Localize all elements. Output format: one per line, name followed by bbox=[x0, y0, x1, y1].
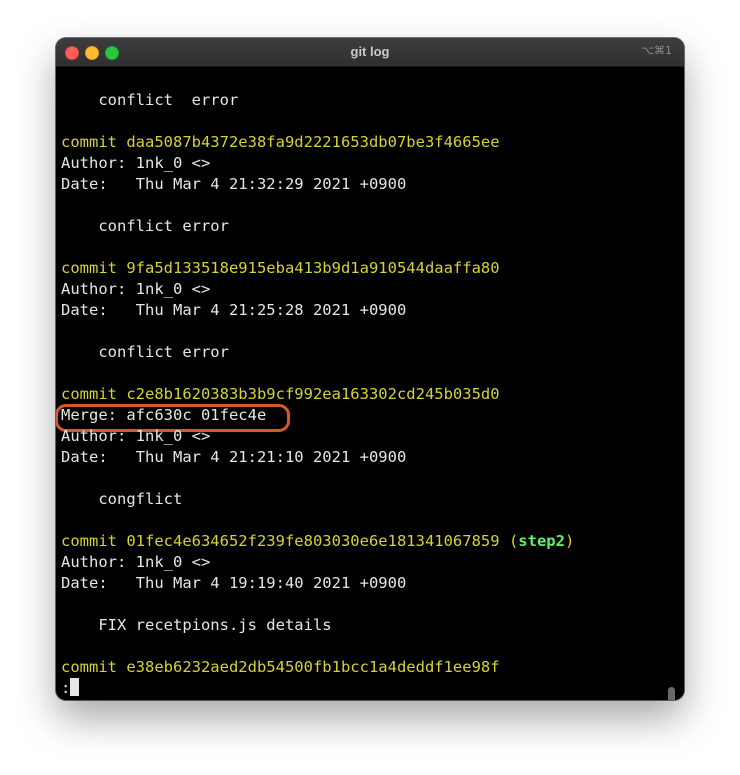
terminal-output[interactable]: conflict error commit daa5087b4372e38fa9… bbox=[56, 67, 677, 700]
ref-close-paren: ) bbox=[564, 532, 575, 550]
commit-author: Author: 1nk_0 <> bbox=[61, 553, 211, 571]
commit-date: Date: Thu Mar 4 21:25:28 2021 +0900 bbox=[61, 301, 407, 319]
commit-author: Author: 1nk_0 <> bbox=[61, 154, 211, 172]
commit-hash-line-with-ref: commit 01fec4e634652f239fe803030e6e18134… bbox=[61, 531, 574, 552]
scrollbar-thumb[interactable] bbox=[668, 687, 675, 700]
commit-message: FIX recetpions.js details bbox=[61, 616, 332, 634]
pager-prompt[interactable]: : bbox=[61, 678, 80, 699]
commit-hash-text: commit 01fec4e634652f239fe803030e6e18134… bbox=[61, 532, 500, 550]
commit-hash-line: commit daa5087b4372e38fa9d2221653db07be3… bbox=[61, 133, 500, 151]
window-shortcut: ⌥⌘1 bbox=[641, 44, 672, 57]
commit-hash-line: commit e38eb6232aed2db54500fb1bcc1a4dedd… bbox=[61, 658, 500, 676]
text-cursor bbox=[70, 678, 80, 696]
branch-ref: step2 bbox=[518, 532, 565, 550]
commit-author: Author: 1nk_0 <> bbox=[61, 280, 211, 298]
commit-message: conflict error bbox=[61, 343, 229, 361]
commit-author: Author: 1nk_0 <> bbox=[61, 427, 211, 445]
commit-message: congflict bbox=[61, 490, 183, 508]
commit-message: conflict error bbox=[61, 91, 239, 109]
commit-date: Date: Thu Mar 4 19:19:40 2021 +0900 bbox=[61, 574, 407, 592]
terminal-window: git log ⌥⌘1 conflict error commit daa508… bbox=[56, 38, 684, 700]
commit-date: Date: Thu Mar 4 21:32:29 2021 +0900 bbox=[61, 175, 407, 193]
commit-hash-line: commit c2e8b1620383b3b9cf992ea163302cd24… bbox=[61, 385, 500, 403]
commit-hash-line: commit 9fa5d133518e915eba413b9d1a910544d… bbox=[61, 259, 500, 277]
commit-message: conflict error bbox=[61, 217, 229, 235]
ref-open-paren: ( bbox=[499, 532, 519, 550]
window-title: git log bbox=[350, 44, 390, 59]
prompt-colon: : bbox=[61, 679, 71, 697]
title-bar[interactable]: git log ⌥⌘1 bbox=[56, 38, 684, 67]
commit-date: Date: Thu Mar 4 21:21:10 2021 +0900 bbox=[61, 448, 407, 466]
